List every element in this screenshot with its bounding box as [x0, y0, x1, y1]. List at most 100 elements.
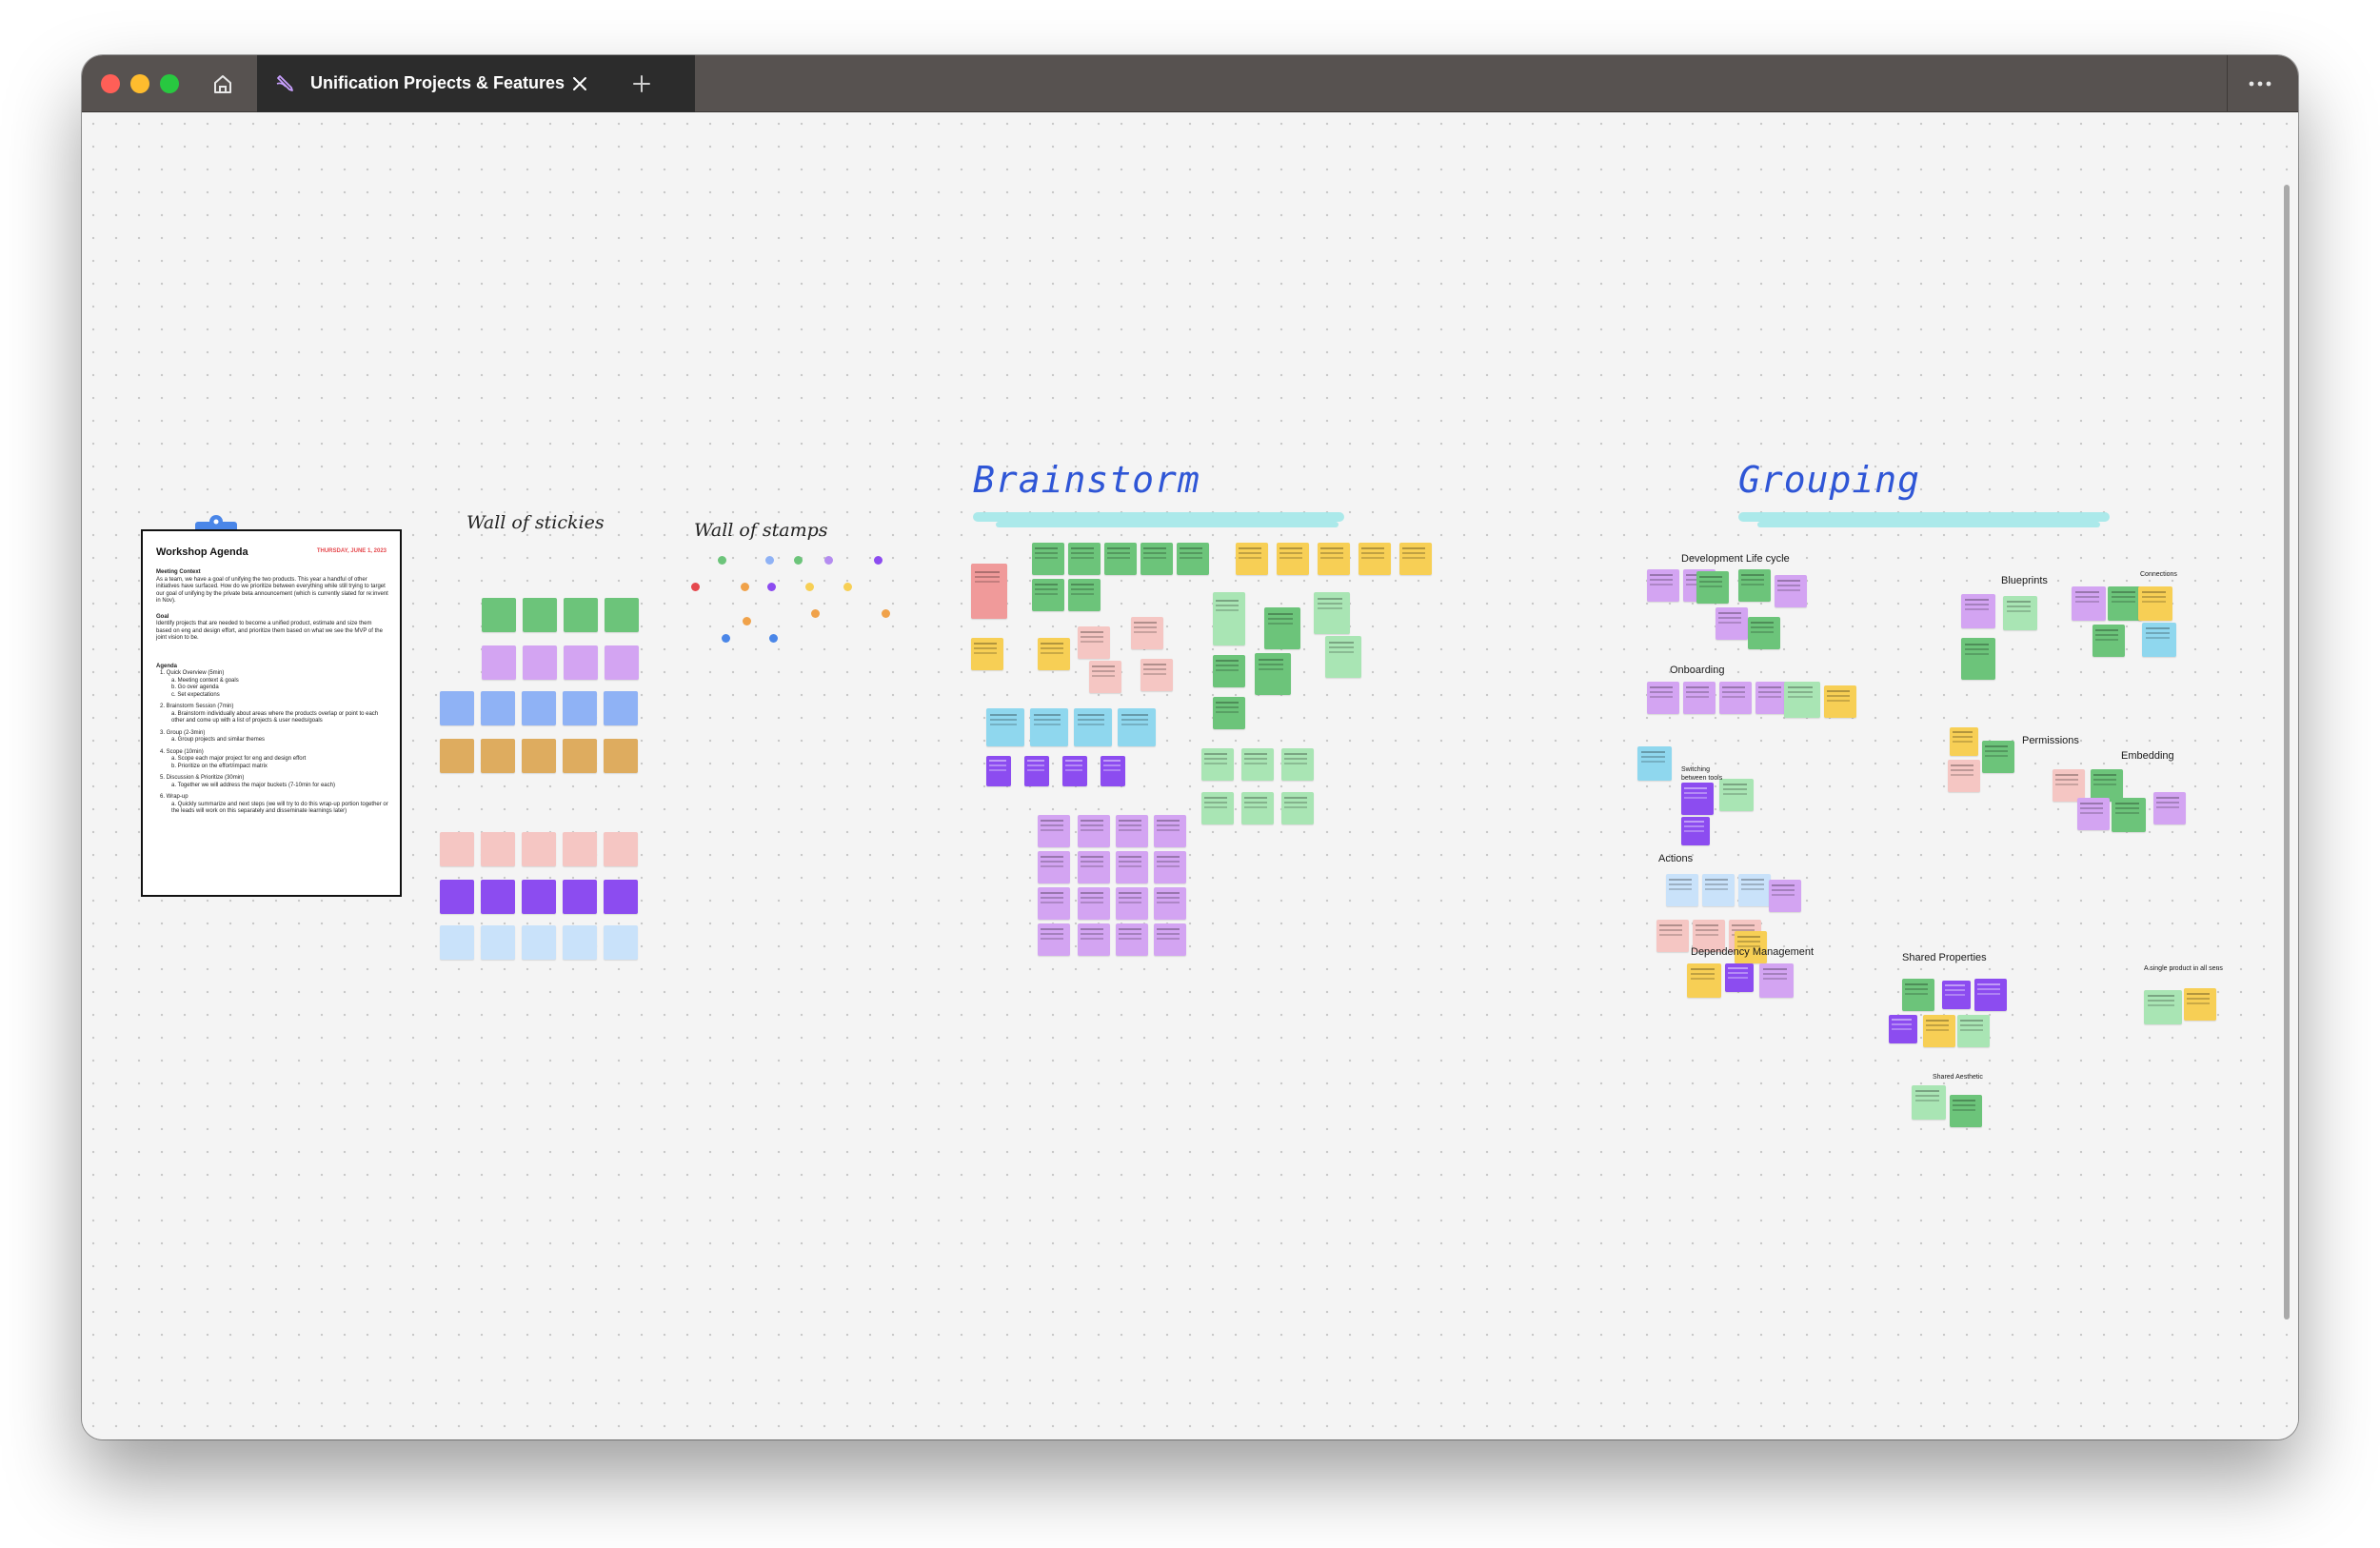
sticky-note[interactable] — [1255, 653, 1291, 695]
sticky-swatch-purple[interactable] — [563, 880, 597, 914]
stamp-icon[interactable] — [741, 583, 749, 591]
sticky-note[interactable] — [1140, 543, 1173, 575]
sticky-note[interactable] — [1748, 617, 1780, 649]
sticky-note[interactable] — [1068, 579, 1101, 611]
stamp-icon[interactable] — [882, 609, 890, 618]
sticky-note[interactable] — [1068, 543, 1101, 575]
sticky-note[interactable] — [1213, 697, 1245, 729]
sticky-note[interactable] — [971, 564, 1007, 619]
sticky-note[interactable] — [1078, 923, 1110, 956]
stamp-icon[interactable] — [691, 583, 700, 591]
sticky-note[interactable] — [2142, 623, 2176, 657]
sticky-swatch-violet[interactable] — [605, 645, 639, 680]
sticky-note[interactable] — [2138, 586, 2172, 621]
sticky-note[interactable] — [971, 638, 1003, 670]
sticky-note[interactable] — [1024, 756, 1049, 786]
sticky-note[interactable] — [1038, 638, 1070, 670]
sticky-note[interactable] — [1078, 887, 1110, 920]
sticky-note[interactable] — [1656, 920, 1689, 952]
sticky-swatch-pink[interactable] — [563, 832, 597, 866]
sticky-note[interactable] — [1154, 887, 1186, 920]
sticky-swatch-light-blue[interactable] — [440, 925, 474, 960]
sticky-note[interactable] — [1950, 727, 1978, 756]
sticky-note[interactable] — [2072, 586, 2106, 621]
sticky-note[interactable] — [986, 708, 1024, 746]
sticky-note[interactable] — [1957, 1015, 1990, 1047]
sticky-swatch-violet[interactable] — [482, 645, 516, 680]
sticky-note[interactable] — [1824, 685, 1856, 718]
sticky-note[interactable] — [1912, 1085, 1946, 1120]
stamp-icon[interactable] — [718, 556, 726, 565]
vertical-scrollbar[interactable] — [2284, 185, 2290, 1320]
sticky-note[interactable] — [1116, 815, 1148, 847]
sticky-swatch-blue[interactable] — [604, 691, 638, 725]
sticky-note[interactable] — [1032, 579, 1064, 611]
sticky-note[interactable] — [1030, 708, 1068, 746]
sticky-note[interactable] — [1154, 923, 1186, 956]
sticky-note[interactable] — [1974, 979, 2007, 1011]
sticky-swatch-purple[interactable] — [604, 880, 638, 914]
sticky-swatch-light-blue[interactable] — [481, 925, 515, 960]
sticky-note[interactable] — [2112, 798, 2146, 832]
sticky-note[interactable] — [1683, 682, 1716, 714]
sticky-note[interactable] — [2108, 586, 2142, 621]
sticky-note[interactable] — [2184, 988, 2216, 1021]
sticky-note[interactable] — [1154, 815, 1186, 847]
sticky-note[interactable] — [1687, 963, 1721, 998]
sticky-note[interactable] — [1961, 638, 1995, 680]
sticky-note[interactable] — [1982, 741, 2014, 773]
sticky-note[interactable] — [1089, 661, 1121, 693]
sticky-note[interactable] — [1647, 682, 1679, 714]
sticky-swatch-green[interactable] — [605, 598, 639, 632]
sticky-note[interactable] — [1177, 543, 1209, 575]
sticky-note[interactable] — [1314, 592, 1350, 634]
sticky-swatch-purple[interactable] — [481, 880, 515, 914]
sticky-note[interactable] — [1213, 655, 1245, 687]
sticky-note[interactable] — [1318, 543, 1350, 575]
stamp-icon[interactable] — [743, 617, 751, 625]
sticky-note[interactable] — [1038, 851, 1070, 883]
sticky-note[interactable] — [1078, 626, 1110, 659]
sticky-note[interactable] — [1923, 1015, 1955, 1047]
sticky-swatch-blue[interactable] — [440, 691, 474, 725]
sticky-note[interactable] — [1725, 963, 1754, 992]
stamp-icon[interactable] — [722, 634, 730, 643]
sticky-swatch-light-blue[interactable] — [563, 925, 597, 960]
sticky-note[interactable] — [2077, 798, 2110, 830]
sticky-note[interactable] — [2092, 625, 2125, 657]
stamp-icon[interactable] — [811, 609, 820, 618]
sticky-swatch-purple[interactable] — [522, 880, 556, 914]
sticky-note[interactable] — [1201, 792, 1234, 824]
stamp-icon[interactable] — [769, 634, 778, 643]
stamp-icon[interactable] — [805, 583, 814, 591]
sticky-swatch-violet[interactable] — [523, 645, 557, 680]
sticky-swatch-light-blue[interactable] — [522, 925, 556, 960]
zoom-window-button[interactable] — [160, 74, 179, 93]
sticky-swatch-green[interactable] — [482, 598, 516, 632]
sticky-note[interactable] — [1738, 874, 1771, 906]
sticky-note[interactable] — [1889, 1015, 1917, 1043]
stamp-icon[interactable] — [765, 556, 774, 565]
sticky-note[interactable] — [1038, 887, 1070, 920]
sticky-note[interactable] — [1696, 571, 1729, 604]
sticky-note[interactable] — [1213, 592, 1245, 645]
sticky-swatch-orange[interactable] — [604, 739, 638, 773]
sticky-note[interactable] — [1948, 760, 1980, 792]
sticky-note[interactable] — [1241, 792, 1274, 824]
sticky-note[interactable] — [1118, 708, 1156, 746]
sticky-note[interactable] — [1101, 756, 1125, 786]
home-button[interactable] — [206, 67, 240, 101]
sticky-note[interactable] — [986, 756, 1011, 786]
sticky-swatch-blue[interactable] — [563, 691, 597, 725]
minimize-window-button[interactable] — [130, 74, 149, 93]
close-window-button[interactable] — [101, 74, 120, 93]
sticky-note[interactable] — [1032, 543, 1064, 575]
sticky-note[interactable] — [1681, 783, 1714, 815]
stamp-icon[interactable] — [794, 556, 803, 565]
whiteboard-canvas[interactable]: Workshop Agenda THURSDAY, JUNE 1, 2023 M… — [82, 112, 2298, 1439]
sticky-note[interactable] — [1681, 817, 1710, 845]
sticky-swatch-purple[interactable] — [440, 880, 474, 914]
sticky-swatch-orange[interactable] — [440, 739, 474, 773]
sticky-note[interactable] — [2091, 769, 2123, 802]
stamp-icon[interactable] — [843, 583, 852, 591]
